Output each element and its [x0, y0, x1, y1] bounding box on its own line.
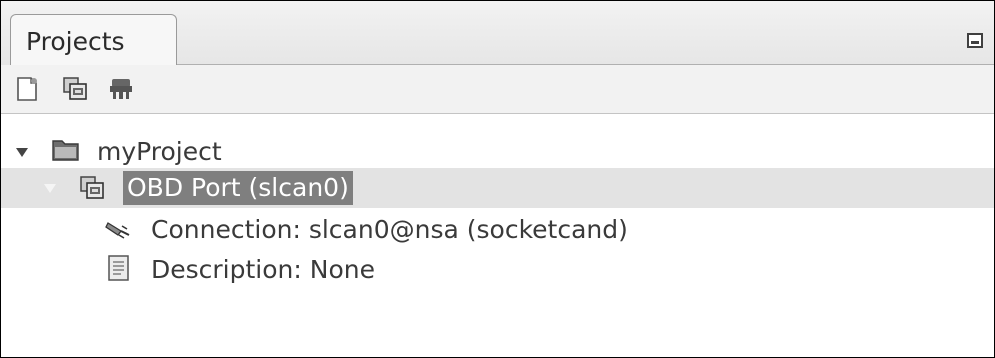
projects-panel: Projects myProject OBD Port (slcan0) Con…: [0, 0, 995, 358]
new-project-button[interactable]: [13, 75, 41, 103]
tree-row-port[interactable]: OBD Port (slcan0): [1, 168, 994, 208]
expand-toggle-icon[interactable]: [16, 148, 28, 157]
toolbar: [1, 65, 994, 114]
tree-label-connection: Connection: slcan0@nsa (socketcand): [151, 215, 628, 244]
device-icon: [110, 79, 132, 99]
tree-row-project[interactable]: myProject: [1, 131, 994, 171]
tree-row-connection[interactable]: Connection: slcan0@nsa (socketcand): [1, 209, 994, 249]
tree-label-project: myProject: [97, 137, 222, 166]
document-icon: [108, 255, 129, 281]
tab-projects[interactable]: Projects: [10, 14, 177, 65]
tree-row-description[interactable]: Description: None: [1, 249, 994, 289]
new-project-icon: [17, 77, 37, 101]
tab-projects-label: Projects: [26, 27, 125, 56]
folder-icon: [52, 140, 79, 161]
tab-bar: Projects: [1, 1, 994, 65]
minimize-icon[interactable]: [967, 33, 983, 48]
tree-label-port: OBD Port (slcan0): [123, 171, 353, 205]
add-port-button[interactable]: [61, 75, 89, 103]
device-button[interactable]: [107, 75, 135, 103]
project-tree: myProject OBD Port (slcan0) Connection: …: [1, 123, 994, 343]
expand-toggle-icon[interactable]: [44, 184, 56, 193]
port-icon: [80, 176, 104, 199]
add-port-icon: [63, 77, 87, 100]
plug-icon: [105, 222, 130, 239]
tree-label-description: Description: None: [151, 255, 375, 284]
